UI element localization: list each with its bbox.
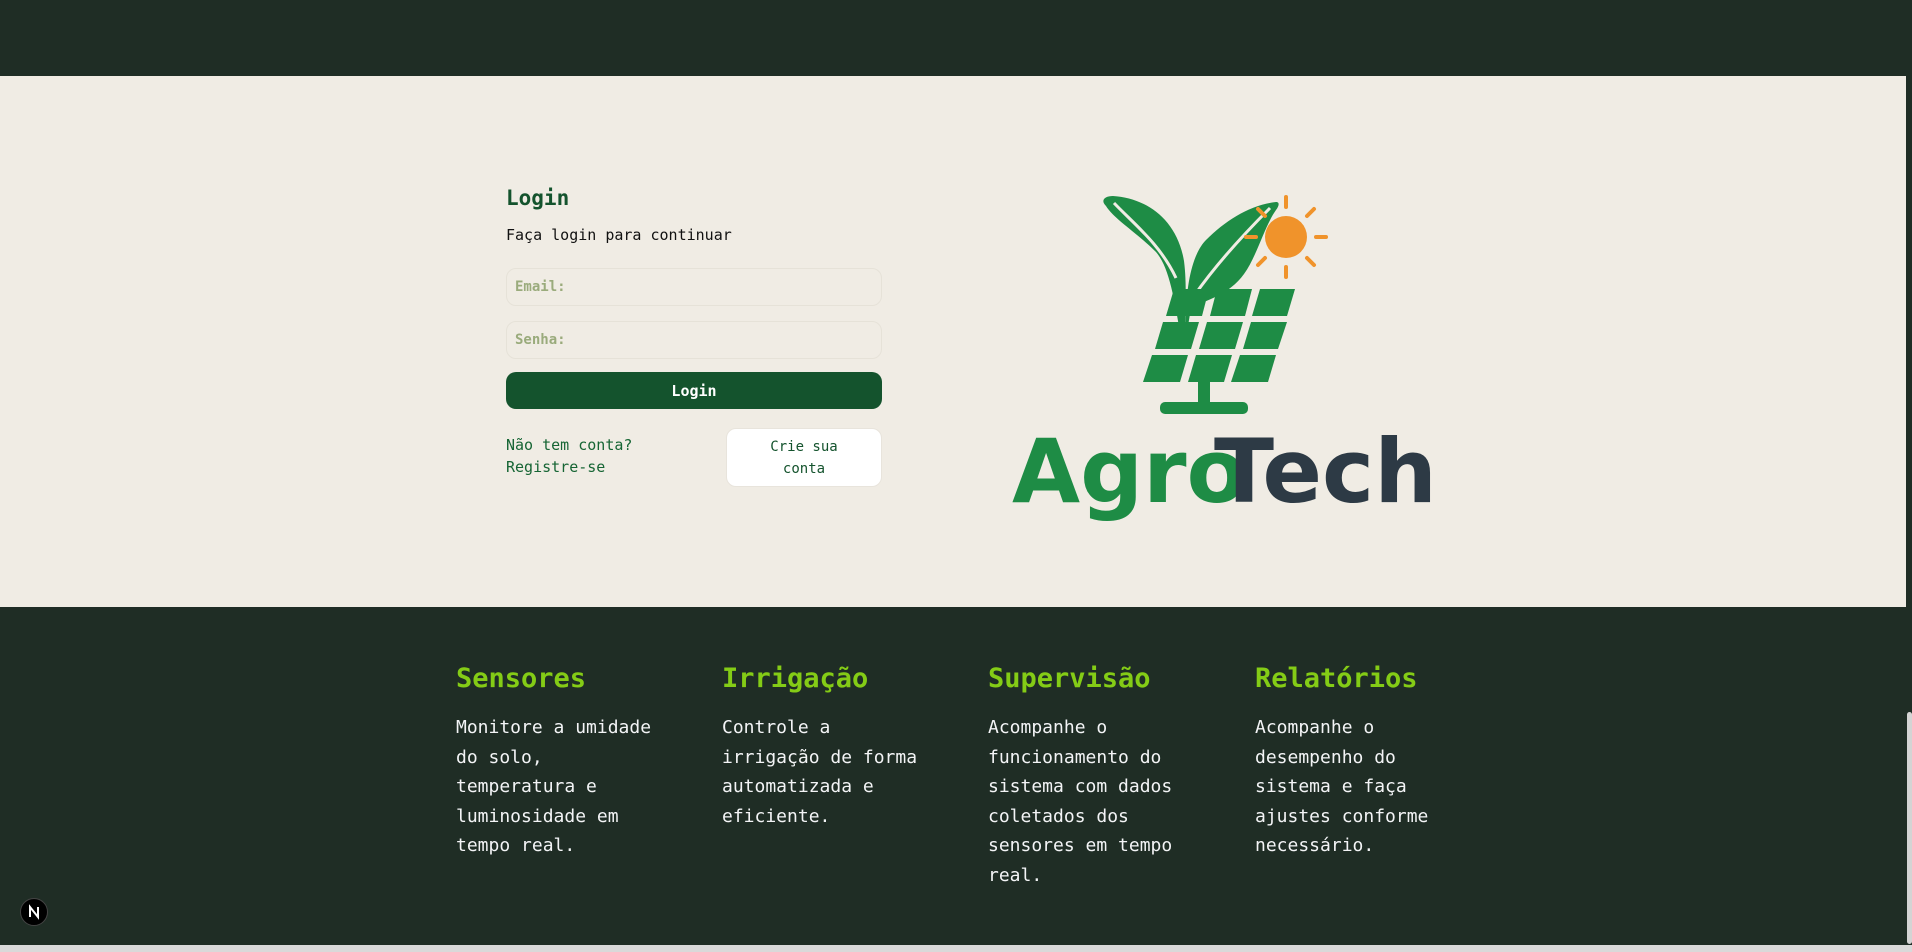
scrollbar-thumb[interactable] xyxy=(1907,712,1912,944)
login-section: Login Faça login para continuar Login Nã… xyxy=(0,76,1906,607)
feature-supervisao: Supervisão Acompanhe o funcionamento do … xyxy=(988,663,1203,890)
feature-title: Relatórios xyxy=(1255,663,1418,694)
password-input[interactable] xyxy=(506,321,882,359)
feature-title: Supervisão xyxy=(988,663,1151,694)
logo-text-agro: Agro xyxy=(1012,420,1247,523)
sun-icon xyxy=(1244,195,1328,279)
login-title: Login xyxy=(506,186,570,210)
bottom-status-strip xyxy=(0,945,1912,952)
feature-description: Acompanhe o desempenho do sistema e faça… xyxy=(1255,717,1429,856)
feature-title: Irrigação xyxy=(722,663,869,694)
login-form: Login Faça login para continuar Login Nã… xyxy=(506,186,882,487)
feature-sensores: Sensores Monitore a umidade do solo, tem… xyxy=(456,663,671,861)
register-row: Não tem conta? Registre-se Crie sua cont… xyxy=(506,428,882,487)
top-header-bar xyxy=(0,0,1906,76)
n-glyph-icon xyxy=(29,904,39,920)
create-account-button[interactable]: Crie sua conta xyxy=(726,428,882,487)
feature-title: Sensores xyxy=(456,663,587,694)
agrotech-logo: Agro Tech xyxy=(974,102,1454,572)
nextjs-icon[interactable] xyxy=(20,898,48,926)
login-button[interactable]: Login xyxy=(506,372,882,409)
feature-relatorios: Relatórios Acompanhe o desempenho do sis… xyxy=(1255,663,1470,861)
feature-description: Monitore a umidade do solo, temperatura … xyxy=(456,717,652,856)
login-subtitle: Faça login para continuar xyxy=(506,226,732,244)
feature-irrigacao: Irrigação Controle a irrigação de forma … xyxy=(722,663,937,831)
logo-text-tech: Tech xyxy=(1214,420,1437,523)
register-link[interactable]: Não tem conta? Registre-se xyxy=(506,428,716,478)
email-input[interactable] xyxy=(506,268,882,306)
features-footer: Sensores Monitore a umidade do solo, tem… xyxy=(0,607,1906,945)
feature-description: Controle a irrigação de forma automatiza… xyxy=(722,717,918,827)
agrotech-logo-graphic: Agro Tech xyxy=(1012,195,1437,523)
feature-description: Acompanhe o funcionamento do sistema com… xyxy=(988,717,1173,886)
leaf-icon xyxy=(1103,196,1279,338)
solar-panel-icon xyxy=(1143,289,1295,414)
